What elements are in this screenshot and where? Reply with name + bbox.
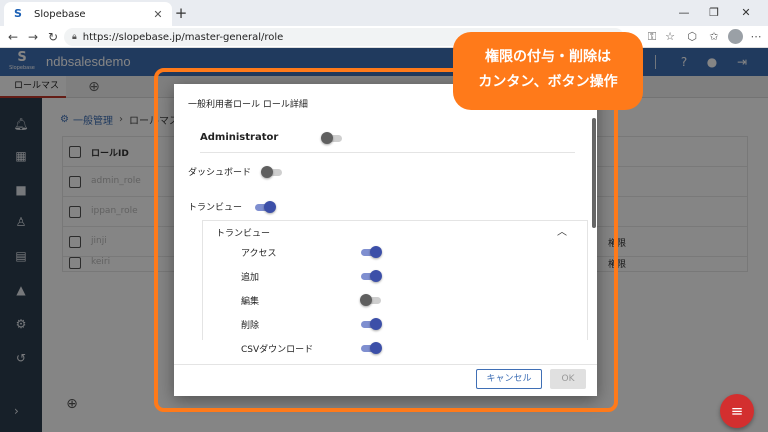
browser-tab-bar: S Slopebase ✕ + — ❐ ✕ bbox=[0, 0, 768, 26]
address-bar: ← → ↻ 🔒︎ https://slopebase.jp/master-gen… bbox=[0, 26, 768, 48]
annotation-highlight-frame bbox=[154, 68, 618, 412]
reload-icon[interactable]: ↻ bbox=[44, 28, 62, 46]
restore-icon[interactable]: ❐ bbox=[700, 4, 728, 22]
more-menu-icon[interactable]: ⋯ bbox=[748, 29, 764, 45]
key-icon[interactable]: ⚿ bbox=[644, 29, 660, 45]
close-icon[interactable]: ✕ bbox=[150, 8, 166, 21]
bookmark-star-icon[interactable]: ☆ bbox=[662, 29, 678, 45]
callout-line-2: カンタン、ボタン操作 bbox=[478, 74, 618, 90]
url-text: https://slopebase.jp/master-general/role bbox=[82, 31, 284, 43]
profile-avatar[interactable] bbox=[728, 29, 743, 44]
lock-icon: 🔒︎ bbox=[72, 32, 77, 42]
menu-icon: ≡ bbox=[730, 402, 744, 420]
extensions-icon[interactable]: ⬡ bbox=[684, 29, 700, 45]
menu-fab-button[interactable]: ≡ bbox=[720, 394, 754, 428]
minimize-icon[interactable]: — bbox=[670, 4, 698, 22]
browser-tab[interactable]: S Slopebase ✕ bbox=[4, 2, 172, 26]
window-close-icon[interactable]: ✕ bbox=[732, 4, 760, 22]
new-tab-icon[interactable]: + bbox=[172, 4, 190, 22]
callout-line-1: 権限の付与・削除は bbox=[485, 49, 611, 65]
slopebase-favicon-icon: S bbox=[14, 7, 22, 20]
favorites-icon[interactable]: ✩ bbox=[706, 29, 722, 45]
back-icon[interactable]: ← bbox=[4, 28, 22, 46]
browser-tab-title: Slopebase bbox=[34, 8, 86, 20]
annotation-callout: 権限の付与・削除は カンタン、ボタン操作 bbox=[453, 32, 643, 110]
forward-icon[interactable]: → bbox=[24, 28, 42, 46]
